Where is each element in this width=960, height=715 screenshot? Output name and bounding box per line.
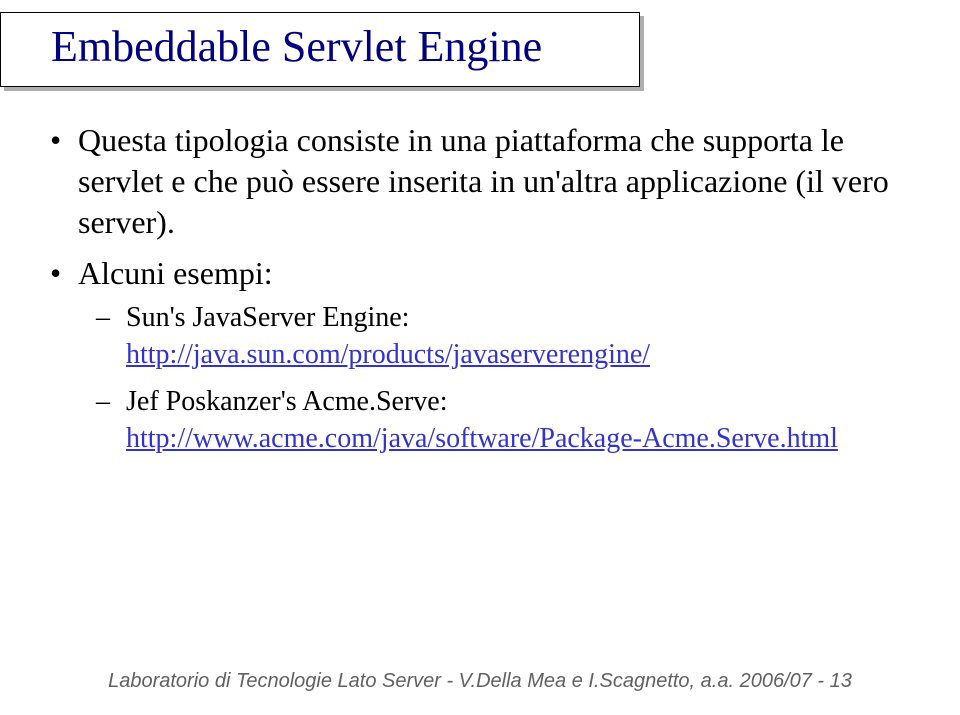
bullet-1: Questa tipologia consiste in una piattaf…: [50, 120, 920, 243]
slide-title: Embeddable Servlet Engine: [51, 22, 542, 71]
bullet-1-text: Questa tipologia consiste in una piattaf…: [78, 122, 889, 240]
sub-bullet-2-link[interactable]: http://www.acme.com/java/software/Packag…: [126, 423, 838, 454]
slide: Embeddable Servlet Engine Questa tipolog…: [0, 0, 960, 715]
sub-bullet-2: Jef Poskanzer's Acme.Serve: http://www.a…: [96, 384, 920, 458]
slide-footer: Laboratorio di Tecnologie Lato Server - …: [0, 670, 960, 693]
slide-body: Questa tipologia consiste in una piattaf…: [50, 120, 920, 468]
sub-bullet-2-text: Jef Poskanzer's Acme.Serve:: [126, 386, 448, 417]
sub-bullet-1: Sun's JavaServer Engine: http://java.sun…: [96, 300, 920, 374]
sub-bullet-1-text: Sun's JavaServer Engine:: [126, 302, 409, 333]
bullet-2: Alcuni esempi: Sun's JavaServer Engine: …: [50, 253, 920, 458]
bullet-2-text: Alcuni esempi:: [78, 255, 273, 291]
title-box: Embeddable Servlet Engine: [0, 12, 640, 87]
sub-bullet-1-link[interactable]: http://java.sun.com/products/javaservere…: [126, 339, 650, 370]
